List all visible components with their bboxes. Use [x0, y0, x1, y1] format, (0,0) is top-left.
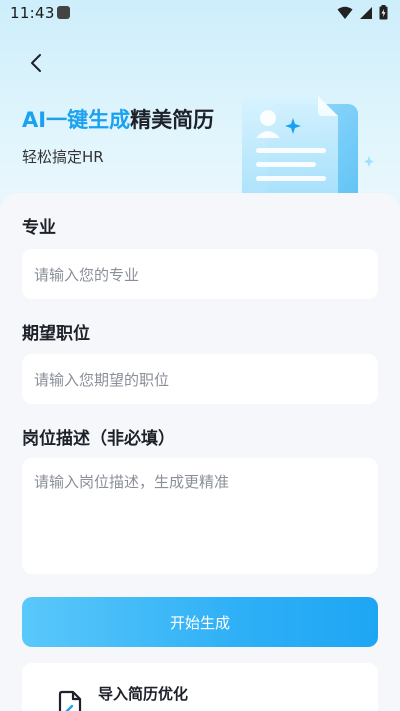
status-bar: 11:43 [0, 0, 400, 28]
document-import-icon [58, 690, 82, 711]
position-label: 期望职位 [22, 324, 90, 344]
chevron-left-icon [31, 54, 41, 72]
page-title-highlight: AI一键生成 [22, 108, 131, 132]
resume-illustration [238, 90, 388, 208]
major-input-placeholder: 请输入您的专业 [34, 265, 140, 284]
signal-icon [360, 6, 372, 19]
description-placeholder: 请输入岗位描述，生成更精准 [34, 473, 230, 491]
description-label: 岗位描述（非必填） [22, 429, 175, 449]
import-resume-card[interactable]: 导入简历优化 [22, 663, 378, 711]
wifi-icon [337, 6, 353, 19]
position-input[interactable]: 请输入您期望的职位 [22, 354, 378, 404]
start-generate-button[interactable]: 开始生成 [22, 597, 378, 647]
description-textarea[interactable]: 请输入岗位描述，生成更精准 [22, 458, 378, 574]
major-input[interactable]: 请输入您的专业 [22, 249, 378, 299]
status-time: 11:43 [10, 4, 55, 22]
sim-card-icon [57, 6, 70, 19]
position-input-placeholder: 请输入您期望的职位 [34, 370, 170, 389]
back-button[interactable] [22, 50, 50, 76]
status-icons [337, 5, 388, 20]
page-title-rest: 精美简历 [130, 108, 215, 132]
page-title: AI一键生成精美简历 [22, 104, 214, 134]
battery-icon [379, 5, 388, 20]
major-label: 专业 [22, 218, 56, 238]
import-resume-title: 导入简历优化 [98, 685, 189, 703]
start-generate-label: 开始生成 [169, 613, 230, 632]
page-subtitle: 轻松搞定HR [22, 148, 104, 166]
